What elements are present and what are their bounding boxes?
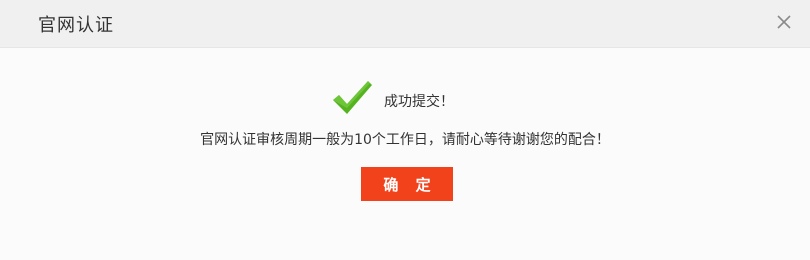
success-message: 成功提交！ xyxy=(384,94,454,110)
review-message: 官网认证审核周期一般为10个工作日，请耐心等待谢谢您的配合！ xyxy=(200,132,610,148)
close-icon[interactable] xyxy=(772,10,796,34)
ok-button[interactable]: 确 定 xyxy=(361,167,453,201)
dialog: 官网认证 成功提交！ 官网认证审核周期一般为10个工作日，请耐心等待谢谢您的配合… xyxy=(0,0,810,260)
dialog-body: 成功提交！ 官网认证审核周期一般为10个工作日，请耐心等待谢谢您的配合！ 确 定 xyxy=(0,48,810,260)
dialog-title: 官网认证 xyxy=(38,15,114,36)
dialog-titlebar: 官网认证 xyxy=(0,0,810,48)
check-icon xyxy=(330,78,374,118)
